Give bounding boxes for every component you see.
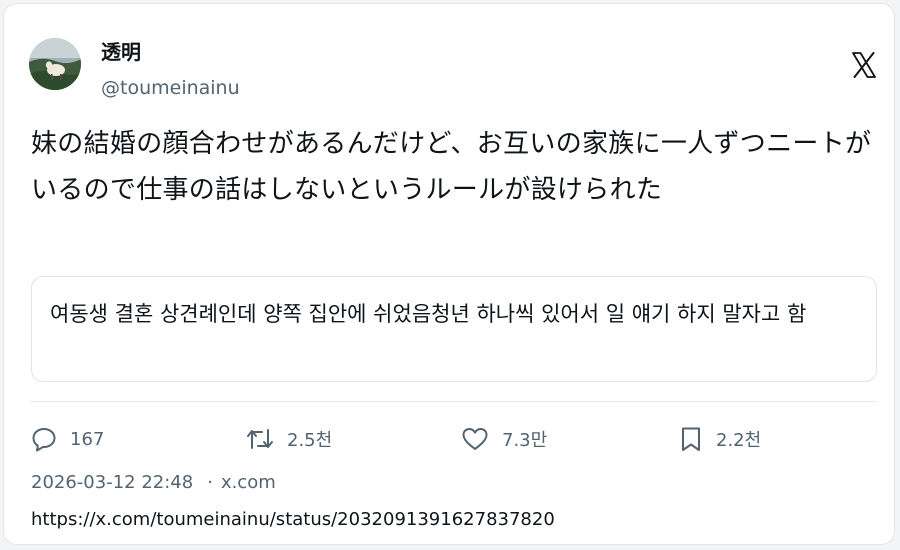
repost-count: 2.5천 — [287, 430, 333, 451]
translation-box: 여동생 결혼 상견례인데 양쪽 집안에 쉬었음청년 하나씩 있어서 일 얘기 하… — [31, 276, 877, 382]
repost-icon — [247, 429, 273, 449]
reply-button[interactable]: 167 — [31, 422, 104, 456]
post-card: 透明 @toumeinainu 妹の結婚の顔合わせがあるんだけど、お互いの家族に… — [3, 3, 895, 545]
reply-count: 167 — [70, 428, 105, 450]
like-count: 7.3만 — [502, 430, 548, 451]
post-url[interactable]: https://x.com/toumeinainu/status/2032091… — [31, 506, 555, 534]
repost-button[interactable]: 2.5천 — [246, 422, 332, 456]
post-meta: 2026-03-12 22:48 · x.com — [31, 469, 276, 497]
translation-text: 여동생 결혼 상견례인데 양쪽 집안에 쉬었음청년 하나씩 있어서 일 얘기 하… — [50, 302, 807, 326]
divider — [31, 401, 877, 402]
user-handle[interactable]: @toumeinainu — [101, 75, 240, 101]
avatar[interactable] — [29, 38, 81, 90]
heart-icon — [462, 428, 488, 450]
display-name[interactable]: 透明 — [101, 38, 141, 66]
avatar-image — [29, 38, 81, 90]
bookmark-button[interactable]: 2.2천 — [679, 422, 761, 456]
post-text: 妹の結婚の顔合わせがあるんだけど、お互いの家族に一人ずつニートがいるので仕事の話… — [31, 129, 872, 205]
timestamp[interactable]: 2026-03-12 22:48 — [31, 472, 193, 493]
bookmark-count: 2.2천 — [716, 430, 762, 451]
bookmark-icon — [682, 427, 700, 451]
source-link[interactable]: x.com — [221, 472, 276, 493]
like-button[interactable]: 7.3만 — [461, 422, 547, 456]
reply-icon — [32, 428, 56, 452]
meta-separator: · — [207, 472, 213, 493]
x-logo-icon[interactable] — [852, 52, 876, 78]
